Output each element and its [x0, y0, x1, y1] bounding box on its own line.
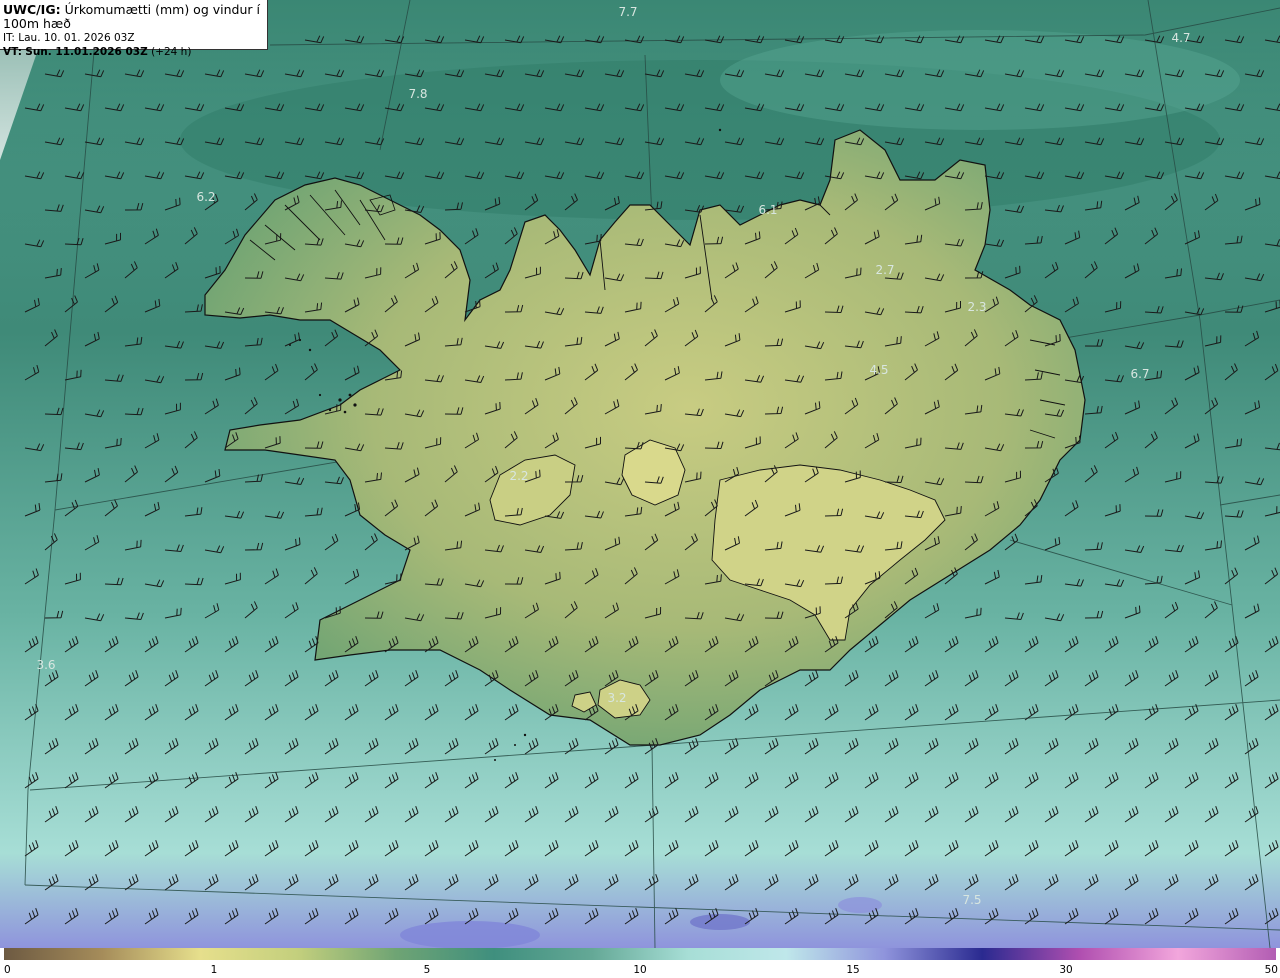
colorbar-tick-5: 5 — [423, 964, 431, 976]
field-value-label: 6.1 — [758, 203, 777, 217]
valid-time: Sun. 11.01.2026 03Z — [25, 46, 148, 58]
field-value-label: 2.3 — [967, 300, 986, 314]
valid-prefix: VT: — [3, 46, 22, 58]
field-value-label: 2.2 — [509, 469, 528, 483]
colorbar: 0 1 5 10 15 30 50 — [0, 948, 1280, 978]
colorbar-tick-15: 15 — [846, 964, 860, 976]
field-value-label: 6.7 — [1130, 367, 1149, 381]
colorbar-tick-50: 50 — [1264, 964, 1278, 976]
lead-time: (+24 h) — [151, 46, 192, 58]
precipitation-wind-map: 7.7 4.7 7.8 6.2 6.1 2.7 2.3 4.5 6.7 2.2 3.6 3.2 7.5 — [0, 0, 1280, 948]
colorbar-tick-0: 0 — [4, 964, 11, 976]
field-value-label: 7.5 — [962, 893, 981, 907]
field-value-label: 7.8 — [408, 87, 427, 101]
field-value-label: 3.2 — [607, 691, 626, 705]
colorbar-tick-1: 1 — [210, 964, 218, 976]
field-value-label: 2.7 — [875, 263, 894, 277]
field-value-label: 4.7 — [1171, 31, 1190, 45]
init-prefix: IT: — [3, 32, 15, 44]
colorbar-tick-10: 10 — [633, 964, 647, 976]
field-value-label: 4.5 — [869, 363, 888, 377]
field-value-label: 6.2 — [196, 190, 215, 204]
colorbar-tick-30: 30 — [1059, 964, 1073, 976]
map-info-box: UWC/IG: Úrkomumætti (mm) og vindur í 100… — [0, 0, 268, 58]
field-value-label: 3.6 — [36, 658, 55, 672]
model-label: UWC/IG: — [3, 2, 61, 17]
init-time: Lau. 10. 01. 2026 03Z — [18, 32, 135, 44]
field-value-label: 7.7 — [618, 5, 637, 19]
colorbar-strip — [4, 948, 1276, 960]
